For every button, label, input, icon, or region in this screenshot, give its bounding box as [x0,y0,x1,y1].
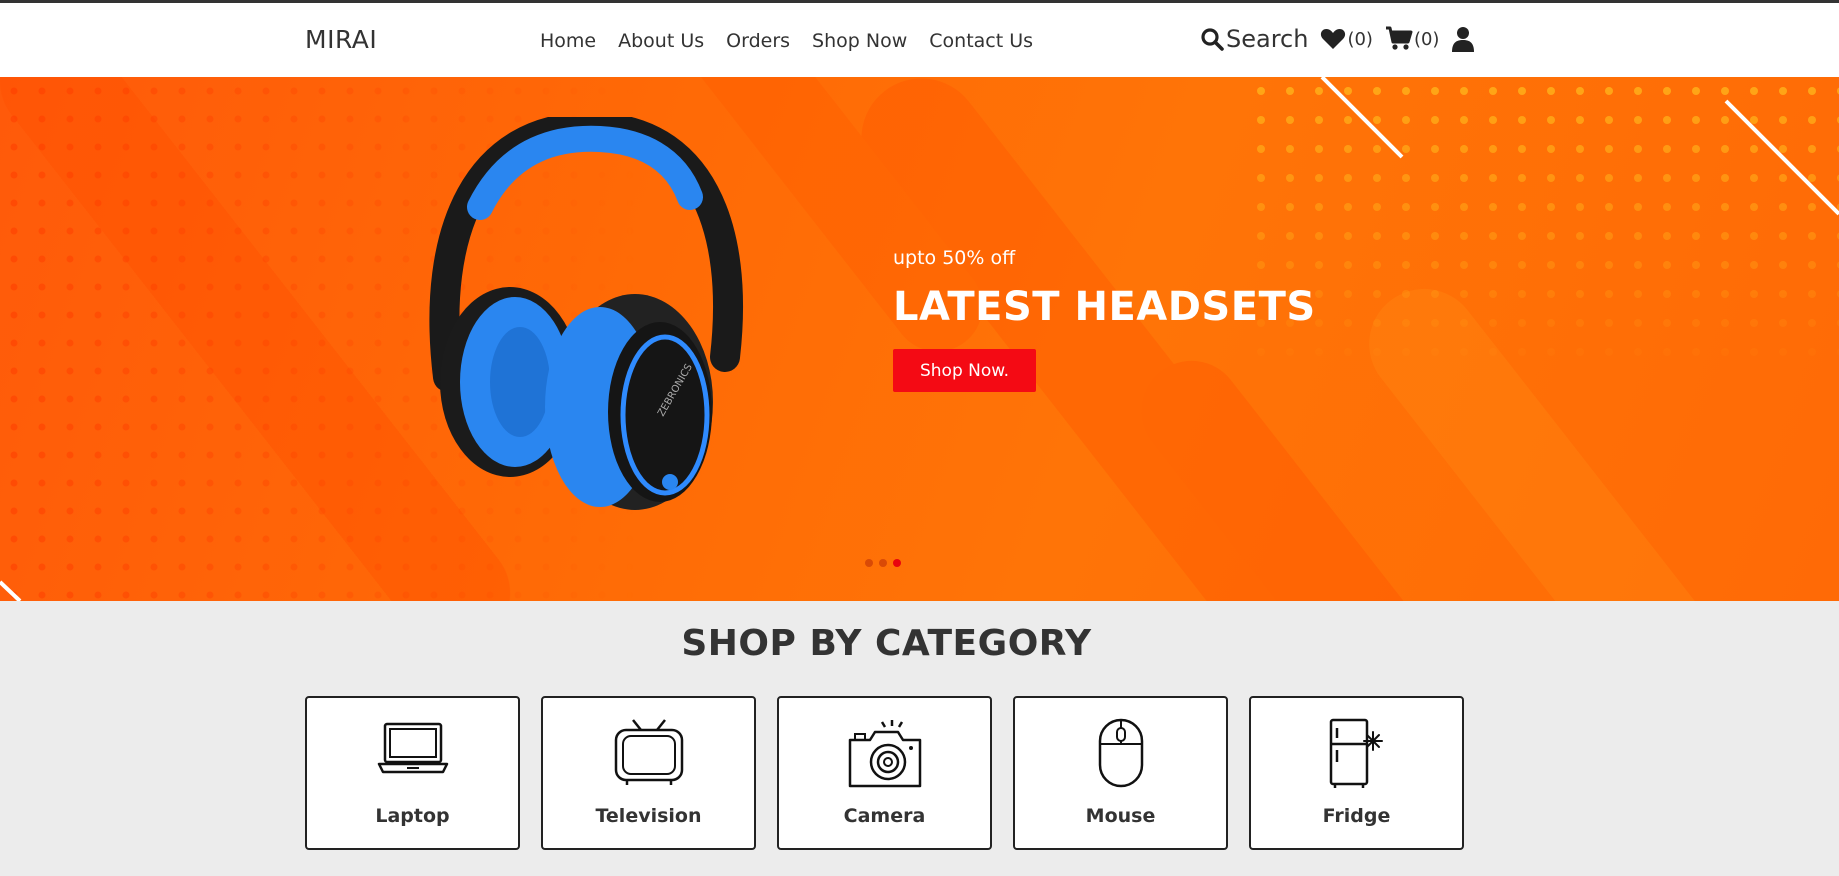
hero-title: LATEST HEADSETS [893,284,1316,330]
account-button[interactable] [1451,26,1475,52]
wishlist-count: (0) [1347,28,1373,50]
carousel-dot[interactable] [879,559,887,567]
cart-button[interactable]: (0) [1385,26,1440,52]
nav-about-us[interactable]: About Us [618,30,704,52]
cart-count: (0) [1413,28,1440,50]
category-card-fridge[interactable]: Fridge [1249,696,1464,850]
laptop-icon [377,722,448,774]
brand-logo[interactable]: MIRAI [305,25,377,54]
carousel-indicators [865,559,901,567]
main-nav: Home About Us Orders Shop Now Contact Us [540,30,1055,52]
carousel-dot-active[interactable] [893,559,901,567]
category-label: Television [595,805,702,827]
category-card-mouse[interactable]: Mouse [1013,696,1228,850]
carousel-dot[interactable] [865,559,873,567]
camera-icon [848,720,921,788]
search-button[interactable]: Search [1200,25,1308,53]
category-label: Fridge [1322,805,1391,827]
category-label: Mouse [1085,805,1156,827]
header-tools: Search (0) (0) [1200,25,1475,53]
category-card-laptop[interactable]: Laptop [305,696,520,850]
nav-home[interactable]: Home [540,30,596,52]
mouse-icon [1098,718,1143,788]
cart-icon [1385,26,1413,50]
heart-icon [1321,29,1346,49]
category-card-camera[interactable]: Camera [777,696,992,850]
user-icon [1452,27,1475,52]
fridge-icon [1329,718,1383,788]
nav-orders[interactable]: Orders [726,30,790,52]
nav-shop-now[interactable]: Shop Now [812,30,907,52]
nav-contact-us[interactable]: Contact Us [929,30,1033,52]
hero-banner: ZEBRONICS upto 50% off LATEST HEADSETS S… [0,77,1839,601]
site-header: MIRAI Home About Us Orders Shop Now Cont… [0,3,1839,77]
headset-image: ZEBRONICS [429,117,743,510]
category-card-television[interactable]: Television [541,696,756,850]
hero-subtitle: upto 50% off [893,247,1016,269]
category-section-title: SHOP BY CATEGORY [681,623,1092,664]
category-list: Laptop Television Camera Mouse Fridge [305,696,1485,850]
hero-background-pattern [0,77,1839,601]
search-icon [1201,28,1224,51]
category-label: Camera [843,805,926,827]
television-icon [614,719,683,785]
category-label: Laptop [375,805,450,827]
search-label: Search [1226,25,1309,53]
shop-now-button[interactable]: Shop Now. [893,349,1036,392]
wishlist-button[interactable]: (0) [1320,27,1373,51]
